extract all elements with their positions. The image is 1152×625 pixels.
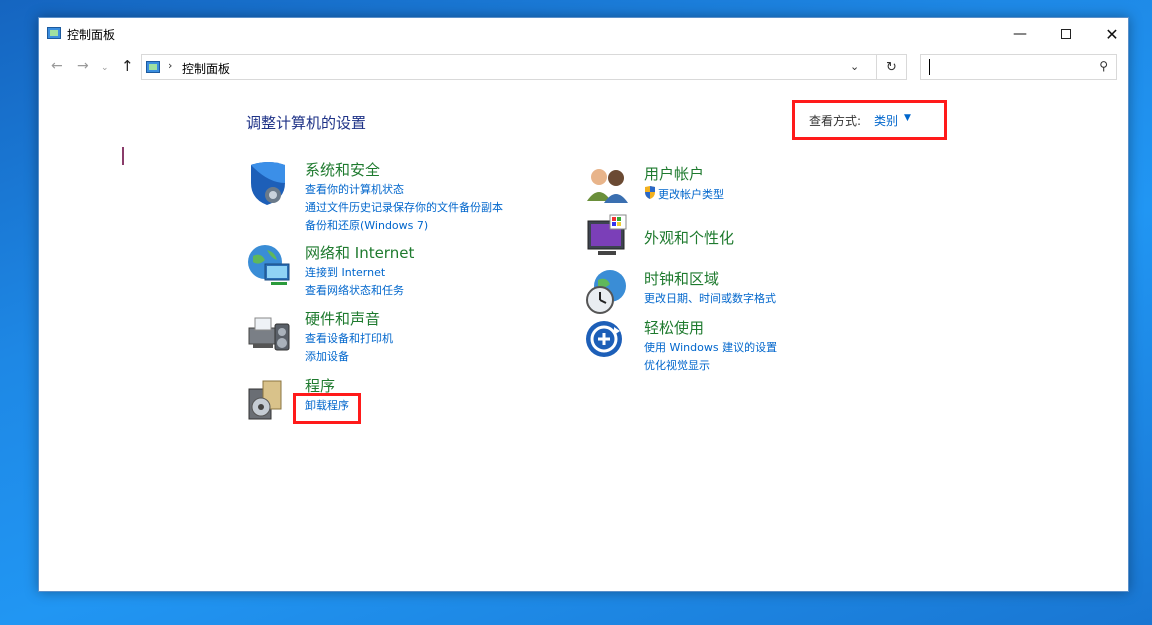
maximize-button[interactable] [1043, 18, 1089, 50]
minimize-button[interactable]: — [997, 18, 1043, 50]
page-title: 调整计算机的设置 [246, 114, 367, 132]
maximize-icon [1061, 29, 1071, 39]
refresh-button[interactable]: ↻ [877, 54, 907, 80]
navigation-bar: ← → ⌄ ↑ › 控制面板 ⌄ ↻ ⚲ [39, 54, 1128, 82]
text-caret [929, 59, 930, 75]
breadcrumb-control-panel[interactable]: 控制面板 [182, 60, 230, 77]
text-cursor [122, 147, 124, 165]
link-change-date-time-format[interactable]: 更改日期、时间或数字格式 [644, 290, 776, 306]
close-button[interactable]: ✕ [1089, 18, 1135, 50]
refresh-icon: ↻ [886, 59, 897, 75]
link-file-history-backup[interactable]: 通过文件历史记录保存你的文件备份副本 [305, 199, 503, 215]
uac-shield-icon [645, 186, 655, 199]
category-title-ease-of-access[interactable]: 轻松使用 [644, 317, 704, 338]
address-dropdown-icon[interactable]: ⌄ [850, 60, 859, 73]
link-view-computer-status[interactable]: 查看你的计算机状态 [305, 181, 404, 197]
view-by-dropdown[interactable]: 类别 [874, 112, 898, 129]
window-title: 控制面板 [67, 28, 116, 42]
category-title-hardware-sound[interactable]: 硬件和声音 [305, 308, 380, 329]
back-button[interactable]: ← [51, 58, 63, 74]
link-optimize-visual-display[interactable]: 优化视觉显示 [644, 357, 710, 373]
link-change-account-type[interactable]: 更改帐户类型 [658, 186, 724, 202]
link-backup-restore[interactable]: 备份和还原(Windows 7) [305, 217, 428, 233]
title-bar[interactable]: 控制面板 — ✕ [39, 18, 1128, 50]
minimize-icon: — [1013, 26, 1027, 42]
address-bar[interactable]: › 控制面板 ⌄ [141, 54, 877, 80]
printer-icon[interactable] [245, 308, 293, 356]
users-icon[interactable] [584, 161, 632, 209]
category-title-network-internet[interactable]: 网络和 Internet [305, 242, 414, 263]
display-icon[interactable] [584, 213, 632, 261]
view-by-highlight: 查看方式: 类别 ▼ [792, 100, 947, 140]
control-panel-icon [47, 27, 61, 39]
link-devices-printers[interactable]: 查看设备和打印机 [305, 330, 393, 346]
search-icon[interactable]: ⚲ [1099, 59, 1108, 73]
close-icon: ✕ [1105, 24, 1119, 44]
category-title-clock-region[interactable]: 时钟和区域 [644, 268, 719, 289]
search-input[interactable]: ⚲ [920, 54, 1117, 80]
clock-globe-icon[interactable] [584, 268, 632, 316]
up-button[interactable]: ↑ [121, 57, 134, 75]
forward-button[interactable]: → [77, 58, 89, 74]
view-by-label: 查看方式: [809, 114, 862, 128]
shield-icon[interactable] [245, 159, 293, 207]
recent-locations-button[interactable]: ⌄ [101, 63, 109, 73]
breadcrumb-separator[interactable]: › [168, 59, 172, 72]
ease-of-access-icon[interactable] [584, 317, 632, 365]
category-title-user-accounts[interactable]: 用户帐户 [644, 163, 704, 184]
control-panel-icon [146, 61, 160, 73]
link-network-status[interactable]: 查看网络状态和任务 [305, 282, 404, 298]
link-connect-internet[interactable]: 连接到 Internet [305, 264, 385, 280]
category-title-system-security[interactable]: 系统和安全 [305, 159, 380, 180]
link-windows-suggested-settings[interactable]: 使用 Windows 建议的设置 [644, 339, 777, 355]
dropdown-arrow-icon[interactable]: ▼ [904, 113, 911, 123]
category-title-appearance[interactable]: 外观和个性化 [644, 227, 734, 248]
control-panel-window: 控制面板 — ✕ ← → ⌄ ↑ › 控制面板 ⌄ ↻ ⚲ 调整计算机的设置 查… [38, 17, 1129, 592]
link-add-device[interactable]: 添加设备 [305, 348, 349, 364]
programs-icon[interactable] [245, 375, 293, 423]
uninstall-highlight [293, 393, 361, 424]
network-globe-icon[interactable] [245, 242, 293, 290]
